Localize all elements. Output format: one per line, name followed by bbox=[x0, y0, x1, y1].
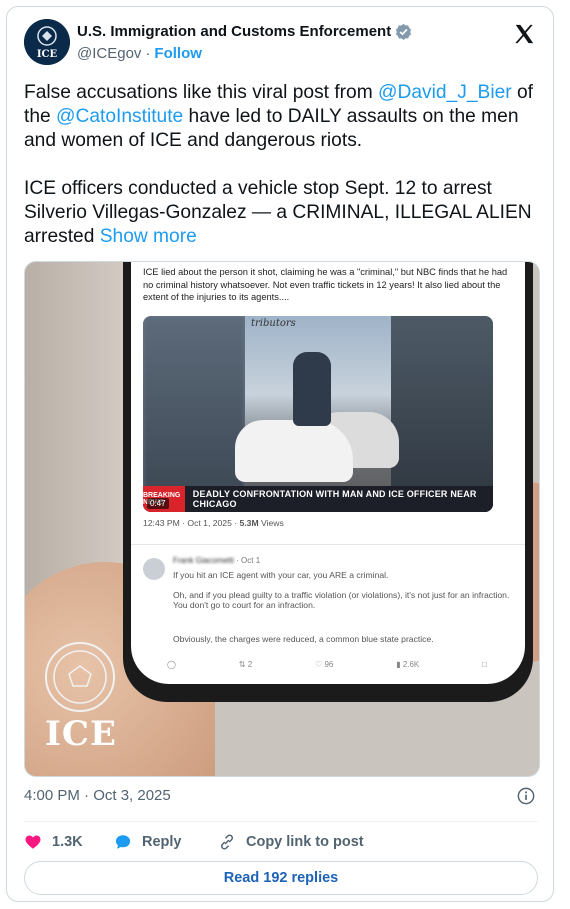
avatar[interactable]: ICE bbox=[24, 19, 70, 65]
author-name-row: U.S. Immigration and Customs Enforcement bbox=[77, 23, 412, 40]
screen-post-text: ICE lied about the person it shot, claim… bbox=[143, 267, 508, 302]
video-duration: 0:47 bbox=[147, 498, 169, 509]
heart-icon bbox=[25, 835, 41, 849]
officer-figure bbox=[293, 352, 331, 426]
ice-watermark: ICE bbox=[45, 714, 117, 754]
screen-views-count: ▮ 2.6K bbox=[396, 660, 420, 669]
read-replies-button[interactable]: Read 192 replies bbox=[24, 861, 538, 895]
separator-dot: · bbox=[145, 45, 151, 62]
info-icon[interactable] bbox=[517, 787, 535, 810]
screen-reply-icon: ◯ bbox=[167, 660, 176, 669]
author-name[interactable]: U.S. Immigration and Customs Enforcement bbox=[77, 23, 391, 40]
copy-link-button[interactable]: Copy link to post bbox=[218, 833, 364, 851]
screen-retweets: 2 bbox=[247, 660, 253, 669]
reply-name: Frank Giacometti bbox=[173, 556, 234, 565]
video-left-blur bbox=[143, 316, 245, 512]
tweet-text: False accusations like this viral post f… bbox=[24, 81, 539, 249]
banner-headline: DEADLY CONFRONTATION WITH MAN AND ICE OF… bbox=[192, 489, 477, 509]
verified-gray-icon bbox=[396, 23, 412, 40]
screen-likes: 96 bbox=[324, 660, 334, 669]
reply-button[interactable]: Reply bbox=[114, 833, 204, 851]
reply-line-1: If you hit an ICE agent with your car, y… bbox=[173, 570, 389, 580]
screen-post-meta: 12:43 PM · Oct 1, 2025 · 5.3M Views bbox=[143, 518, 284, 528]
action-bar: 1.3K Reply Copy link to post bbox=[24, 833, 364, 851]
ice-seal-icon: ICE bbox=[24, 19, 70, 65]
mention-cato-institute[interactable]: @CatoInstitute bbox=[56, 106, 183, 127]
tweet-paragraph-1: False accusations like this viral post f… bbox=[24, 81, 539, 153]
reply-label: Reply bbox=[142, 834, 182, 850]
screen-views: 5.3M bbox=[239, 518, 259, 528]
screen-time: 12:43 PM · Oct 1, 2025 · bbox=[143, 518, 240, 528]
screen-like-count: ♡ 96 bbox=[315, 660, 334, 669]
like-count: 1.3K bbox=[52, 834, 83, 850]
post-timestamp[interactable]: 4:00 PM · Oct 3, 2025 bbox=[24, 787, 171, 804]
phone-image: ICE lied about the person it shot, claim… bbox=[123, 262, 533, 702]
reply-avatar bbox=[143, 558, 165, 580]
show-more-link[interactable]: Show more bbox=[100, 226, 197, 247]
tweet-media-image[interactable]: ICE lied about the person it shot, claim… bbox=[24, 261, 540, 777]
mention-david-bier[interactable]: @David_J_Bier bbox=[378, 82, 512, 103]
dhs-seal-watermark bbox=[45, 642, 115, 712]
follow-button[interactable]: Follow bbox=[154, 45, 202, 62]
screen-views-small: 2.6K bbox=[402, 660, 420, 669]
screen-divider bbox=[131, 544, 525, 545]
x-logo-icon[interactable] bbox=[513, 23, 535, 50]
reply-line-2: Oh, and if you plead guilty to a traffic… bbox=[173, 590, 510, 610]
screen-bookmark-icon: □ bbox=[482, 660, 487, 669]
avatar-text: ICE bbox=[37, 49, 58, 60]
tweet-card: ICE U.S. Immigration and Customs Enforce… bbox=[6, 6, 554, 902]
reply-line-3: Obviously, the charges were reduced, a c… bbox=[173, 634, 434, 644]
reply-header: Frank Giacometti · Oct 1 bbox=[173, 556, 260, 565]
copy-link-label: Copy link to post bbox=[246, 834, 364, 850]
screen-video: tributors BREAKING NEWS DEADLY CONFRONTA… bbox=[143, 316, 493, 512]
reply-icon bbox=[115, 835, 131, 849]
divider bbox=[24, 821, 538, 822]
link-icon bbox=[220, 834, 234, 850]
screen-reply-actions: ◯ ⇅ 2 ♡ 96 ▮ 2.6K □ bbox=[167, 660, 487, 669]
tweet-text-segment: False accusations like this viral post f… bbox=[24, 82, 379, 103]
screen-views-label: Views bbox=[258, 518, 284, 528]
author-handle[interactable]: @ICEgov bbox=[77, 45, 141, 62]
reply-date: · Oct 1 bbox=[236, 556, 261, 565]
tweet-paragraph-2: ICE officers conducted a vehicle stop Se… bbox=[24, 177, 539, 249]
screen-retweet-count: ⇅ 2 bbox=[238, 660, 253, 669]
like-button[interactable]: 1.3K bbox=[24, 833, 114, 851]
video-right-blur bbox=[391, 316, 493, 512]
phone-screen: ICE lied about the person it shot, claim… bbox=[131, 262, 525, 684]
car-image bbox=[235, 420, 353, 482]
author-handle-row: @ICEgov · Follow bbox=[77, 45, 202, 62]
news-banner: BREAKING NEWS DEADLY CONFRONTATION WITH … bbox=[143, 486, 493, 512]
video-sign-text: tributors bbox=[251, 318, 296, 329]
